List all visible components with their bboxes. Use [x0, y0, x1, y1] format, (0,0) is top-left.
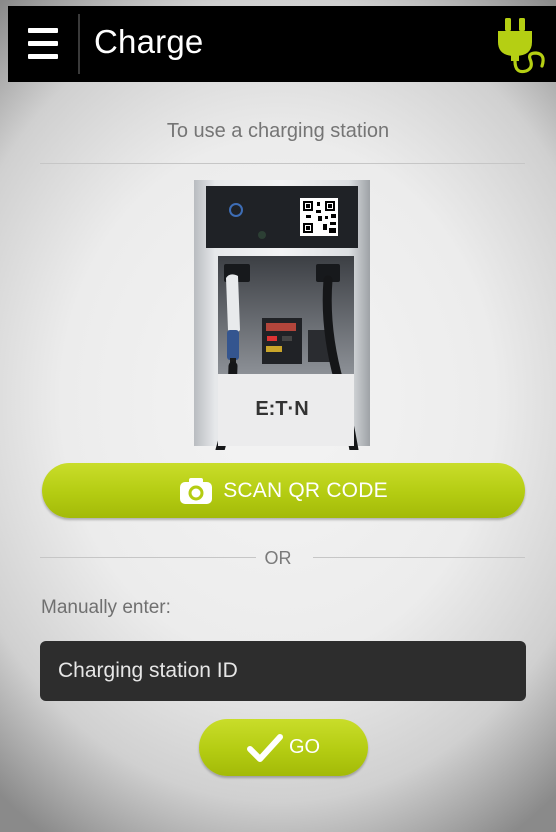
go-button[interactable]: GO [199, 719, 368, 776]
or-divider-text: OR [264, 548, 292, 568]
station-brand-text: E:T·N [255, 398, 308, 420]
scan-qr-code-label: SCAN QR CODE [223, 478, 388, 502]
or-divider-right [313, 557, 525, 558]
app-screen: Charge To use a charging station E:T·N S… [0, 0, 556, 832]
camera-icon [180, 477, 213, 504]
hamburger-menu-icon[interactable] [28, 28, 58, 60]
charging-station-image: E:T·N [194, 180, 370, 455]
ev-plug-icon[interactable] [492, 16, 550, 80]
header-divider [78, 14, 80, 74]
section-divider [40, 163, 525, 164]
top-bar: Charge [8, 6, 556, 82]
section-title: To use a charging station [166, 120, 390, 142]
scan-qr-code-button[interactable]: SCAN QR CODE [42, 463, 525, 518]
go-button-label: GO [288, 736, 321, 758]
charging-station-id-input[interactable] [40, 641, 526, 701]
manual-entry-label: Manually enter: [41, 597, 171, 618]
page-title: Charge [94, 23, 204, 60]
checkmark-icon [246, 733, 283, 762]
